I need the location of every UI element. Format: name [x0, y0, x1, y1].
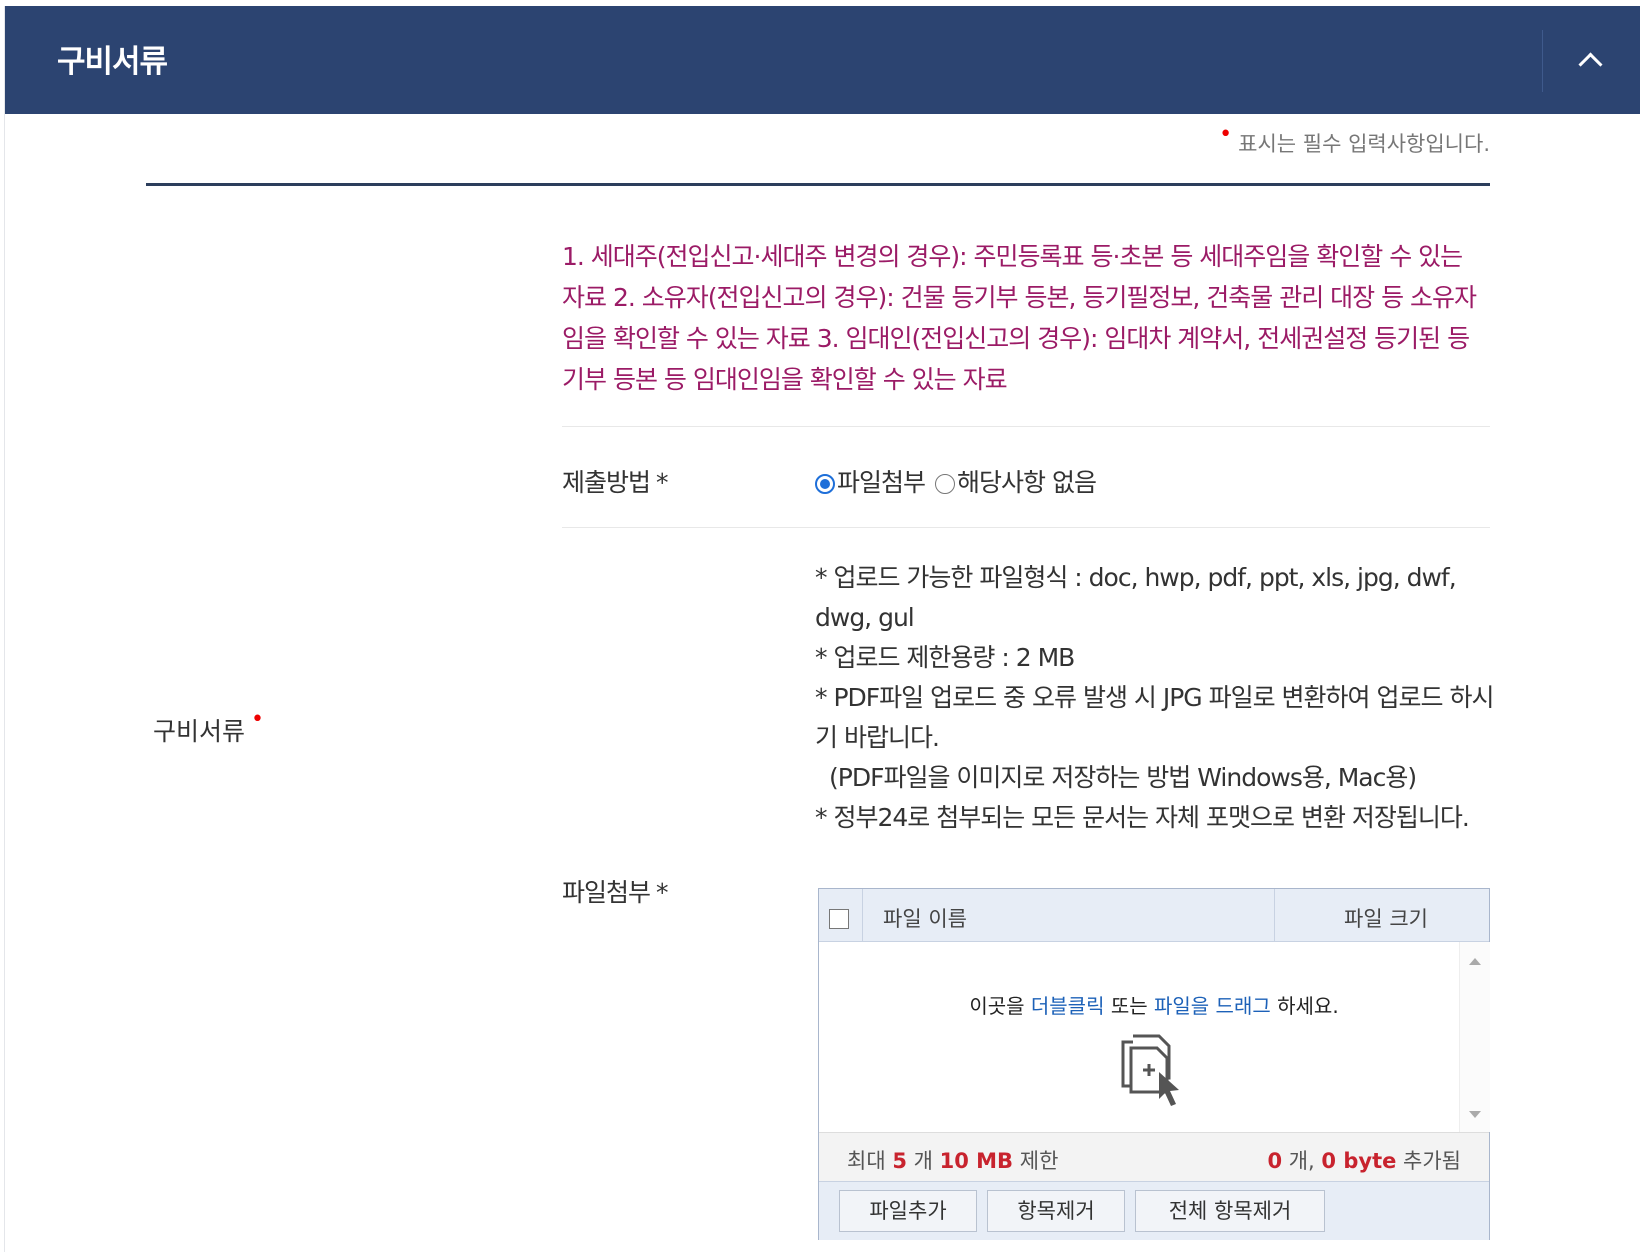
remove-item-button[interactable]: 항목제거 [987, 1190, 1125, 1232]
added-text: 추가됨 [1396, 1149, 1461, 1173]
submit-method-label-text: 제출방법 [562, 468, 651, 497]
upload-added: 0 개, 0 byte 추가됨 [1267, 1145, 1461, 1175]
drop-msg-text: 이곳을 [969, 994, 1031, 1018]
limit-text: 개 [906, 1149, 940, 1173]
added-text: 개, [1282, 1149, 1322, 1173]
radio-file-attach-label[interactable]: 파일첨부 [837, 463, 926, 499]
radio-file-attach[interactable] [815, 474, 835, 494]
file-drop-zone[interactable]: 이곳을 더블클릭 또는 파일을 드래그 하세요. [819, 942, 1459, 1132]
header-divider [1542, 30, 1543, 92]
panel-header: 구비서류 [5, 6, 1640, 114]
submit-method-options: 파일첨부 해당사항 없음 [815, 463, 1106, 499]
column-separator [1274, 889, 1275, 941]
select-all-checkbox[interactable] [829, 909, 849, 929]
info-line: * PDF파일 업로드 중 오류 발생 시 JPG 파일로 변환하여 업로드 하… [815, 683, 1494, 752]
add-file-icon [1121, 1034, 1179, 1106]
drop-msg-doubleclick: 더블클릭 [1030, 994, 1105, 1018]
remove-all-button[interactable]: 전체 항목제거 [1135, 1190, 1325, 1232]
chevron-up-icon[interactable] [1573, 42, 1609, 78]
notice-text: 1. 세대주(전입신고·세대주 변경의 경우): 주민등록표 등·초본 등 세대… [562, 242, 1477, 394]
required-dot: • [251, 707, 264, 732]
add-file-button[interactable]: 파일추가 [839, 1190, 977, 1232]
radio-not-applicable-label[interactable]: 해당사항 없음 [957, 463, 1097, 499]
added-size: 0 byte [1321, 1149, 1397, 1173]
section-label: 구비서류 • [153, 707, 264, 748]
drop-msg-text: 하세요. [1270, 994, 1339, 1018]
added-count: 0 [1267, 1149, 1283, 1173]
panel-title: 구비서류 [57, 44, 168, 80]
required-note-text: 표시는 필수 입력사항입니다. [1238, 132, 1490, 156]
info-line: * 업로드 제한용량 : 2 MB [815, 643, 1075, 672]
info-line: * 정부24로 첨부되는 모든 문서는 자체 포맷으로 변환 저장됩니다. [815, 803, 1470, 832]
divider [562, 426, 1490, 427]
uploader-header: 파일 이름 파일 크기 [819, 889, 1489, 942]
required-star: * [656, 468, 668, 497]
upload-status: 최대 5 개 10 MB 제한 0 개, 0 byte 추가됨 [819, 1132, 1489, 1182]
uploader-buttons: 파일추가 항목제거 전체 항목제거 [819, 1181, 1489, 1240]
scrollbar[interactable] [1459, 942, 1490, 1132]
scroll-down-icon[interactable] [1469, 1111, 1481, 1118]
limit-text: 최대 [847, 1149, 893, 1173]
form-top-line [146, 183, 1490, 186]
divider [562, 527, 1490, 528]
limit-size: 10 MB [939, 1149, 1014, 1173]
file-uploader: 파일 이름 파일 크기 이곳을 더블클릭 또는 파일을 드래그 하세요. 최대 … [818, 888, 1490, 1240]
submit-method-label: 제출방법 * [562, 463, 668, 499]
required-marker: • [1219, 122, 1233, 147]
scroll-up-icon[interactable] [1469, 958, 1481, 965]
upload-info: * 업로드 가능한 파일형식 : doc, hwp, pdf, ppt, xls… [815, 558, 1495, 838]
attachment-label-text: 파일첨부 [562, 878, 651, 907]
radio-not-applicable[interactable] [935, 474, 956, 494]
required-note: • 표시는 필수 입력사항입니다. [1219, 122, 1490, 158]
drop-message: 이곳을 더블클릭 또는 파일을 드래그 하세요. [819, 990, 1489, 1019]
info-line: * 업로드 가능한 파일형식 : doc, hwp, pdf, ppt, xls… [815, 563, 1457, 632]
column-file-size: 파일 크기 [1344, 907, 1428, 931]
attachment-label: 파일첨부 * [562, 873, 668, 909]
info-line: (PDF파일을 이미지로 저장하는 방법 Windows용, Mac용) [829, 763, 1417, 792]
column-separator [862, 889, 863, 941]
column-file-name: 파일 이름 [883, 907, 967, 931]
upload-limit: 최대 5 개 10 MB 제한 [847, 1145, 1058, 1175]
section-label-text: 구비서류 [153, 717, 246, 746]
required-star: * [656, 878, 668, 907]
drop-msg-drag: 파일을 드래그 [1154, 994, 1271, 1018]
limit-count: 5 [892, 1149, 907, 1173]
limit-text: 제한 [1013, 1149, 1059, 1173]
drop-msg-text: 또는 [1104, 994, 1154, 1018]
